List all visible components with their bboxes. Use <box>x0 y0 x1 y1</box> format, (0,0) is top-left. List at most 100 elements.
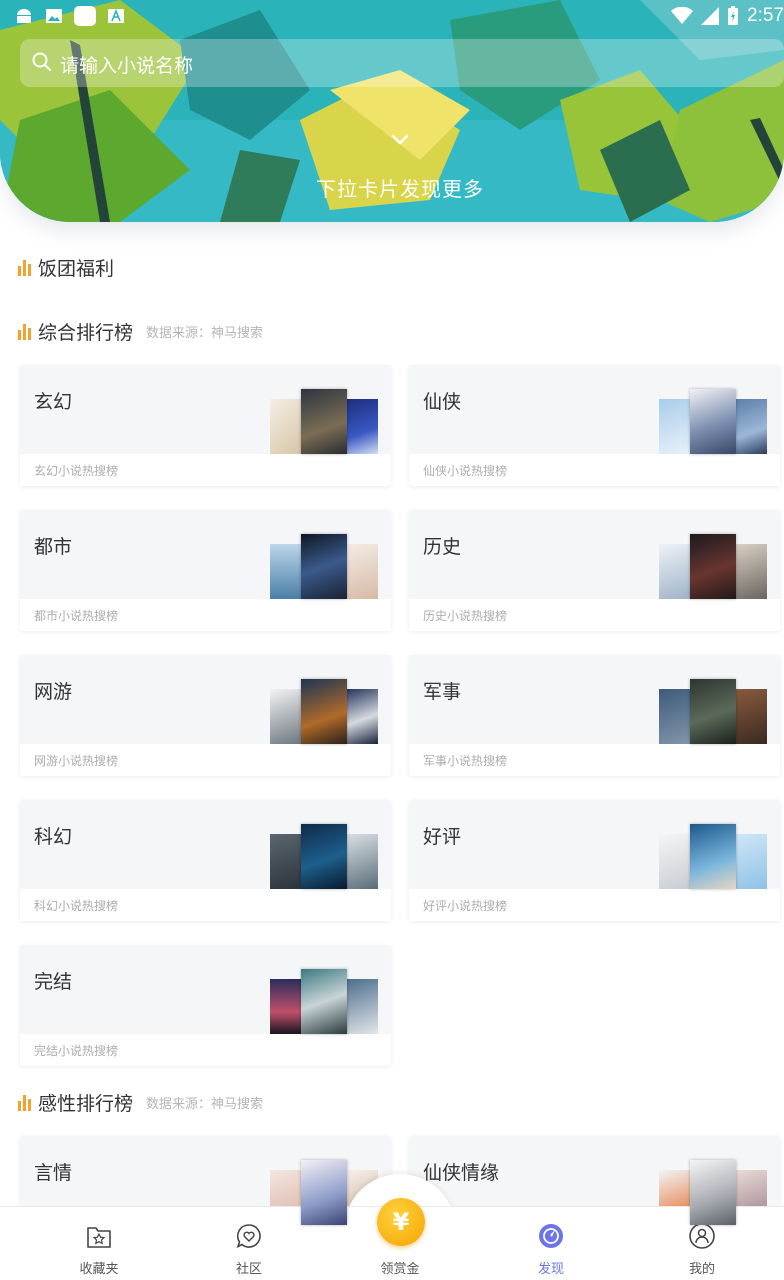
ranking-card-wanjie[interactable]: 完结 完结小说热搜榜 <box>20 945 391 1066</box>
section-source: 数据来源：神马搜索 <box>146 326 264 341</box>
card-title: 科幻 <box>34 826 73 848</box>
book-cover <box>690 824 736 889</box>
section-title: 感性排行榜 <box>38 1093 134 1115</box>
section-title: 饭团福利 <box>38 258 115 280</box>
book-cover <box>270 834 302 889</box>
book-cover <box>346 399 378 454</box>
book-covers <box>270 389 378 454</box>
book-cover <box>270 979 302 1034</box>
card-subtitle: 玄幻小说热搜榜 <box>34 464 119 478</box>
book-cover <box>346 544 378 599</box>
card-title: 言情 <box>34 1162 73 1184</box>
chevron-down-icon <box>391 134 409 145</box>
book-cover <box>735 399 767 454</box>
book-cover <box>301 824 347 889</box>
nav-item-favorites[interactable]: 收藏夹 <box>39 1207 159 1280</box>
book-cover <box>270 544 302 599</box>
book-cover <box>346 979 378 1034</box>
card-subtitle: 完结小说热搜榜 <box>34 1044 119 1058</box>
card-title: 仙侠情缘 <box>423 1162 500 1184</box>
book-cover <box>735 544 767 599</box>
card-subtitle: 好评小说热搜榜 <box>423 899 508 913</box>
card-subtitle: 历史小说热搜榜 <box>423 609 508 623</box>
font-app-icon <box>108 8 124 23</box>
card-subtitle: 仙侠小说热搜榜 <box>423 464 508 478</box>
card-title: 历史 <box>423 536 462 558</box>
header-banner[interactable]: 2:57 请输入小说名称 下拉卡片发现更多 <box>0 0 784 222</box>
ranking-card-junshi[interactable]: 军事 军事小说热搜榜 <box>409 655 780 776</box>
card-subtitle: 科幻小说热搜榜 <box>34 899 119 913</box>
card-subtitle: 网游小说热搜榜 <box>34 754 119 768</box>
ranking-card-kehuan[interactable]: 科幻 科幻小说热搜榜 <box>20 800 391 921</box>
book-cover <box>346 834 378 889</box>
book-covers <box>270 824 378 889</box>
section-title: 综合排行榜 <box>38 322 134 344</box>
nav-label: 社区 <box>235 1262 262 1277</box>
book-cover <box>690 389 736 454</box>
nav-label: 发现 <box>537 1262 564 1277</box>
book-cover <box>690 679 736 744</box>
ranking-card-wangyou[interactable]: 网游 网游小说热搜榜 <box>20 655 391 776</box>
card-title: 好评 <box>423 826 462 848</box>
card-title: 完结 <box>34 971 73 993</box>
compass-icon <box>539 1224 563 1248</box>
section-source: 数据来源：神马搜索 <box>146 1097 264 1112</box>
book-cover <box>735 689 767 744</box>
ranking-card-xuanhuan[interactable]: 玄幻 玄幻小说热搜榜 <box>20 365 391 486</box>
wifi-icon <box>671 7 694 24</box>
section-header-welfare: 饭团福利 <box>18 254 114 281</box>
ranking-card-xianxia[interactable]: 仙侠 仙侠小说热搜榜 <box>409 365 780 486</box>
card-title: 军事 <box>423 681 462 703</box>
app-notification-icon <box>74 6 96 26</box>
book-covers <box>659 534 767 599</box>
bookmark-folder-icon <box>87 1227 111 1248</box>
nav-item-discover[interactable]: 发现 <box>491 1207 611 1280</box>
book-cover <box>659 689 691 744</box>
nav-item-community[interactable]: 社区 <box>189 1207 309 1280</box>
book-cover <box>346 689 378 744</box>
ranking-card-dushi[interactable]: 都市 都市小说热搜榜 <box>20 510 391 631</box>
status-time: 2:57 <box>747 5 784 26</box>
book-cover <box>659 834 691 889</box>
card-title: 玄幻 <box>34 391 73 413</box>
heart-chat-icon <box>236 1224 261 1249</box>
yuan-coin-icon[interactable]: ¥ <box>377 1198 425 1246</box>
nav-label: 我的 <box>688 1262 715 1277</box>
section-header-emotional: 感性排行榜 数据来源：神马搜索 <box>18 1089 263 1116</box>
section-header-comprehensive: 综合排行榜 数据来源：神马搜索 <box>18 318 263 345</box>
nav-label: 收藏夹 <box>79 1262 119 1277</box>
search-bar[interactable]: 请输入小说名称 <box>20 39 784 87</box>
search-icon <box>32 52 52 72</box>
book-cover <box>659 544 691 599</box>
android-icon <box>17 9 31 23</box>
search-placeholder[interactable]: 请输入小说名称 <box>60 51 193 78</box>
nav-label: 领赏金 <box>380 1262 420 1277</box>
book-cover <box>301 1160 347 1225</box>
card-title: 仙侠 <box>423 391 462 413</box>
card-title: 网游 <box>34 681 73 703</box>
book-cover <box>690 1160 736 1225</box>
page: 2:57 请输入小说名称 下拉卡片发现更多 饭团福利 综合排行榜 数据来源：神马… <box>0 0 784 1280</box>
book-covers <box>270 969 378 1034</box>
book-cover <box>301 389 347 454</box>
book-cover <box>659 399 691 454</box>
pull-hint: 下拉卡片发现更多 <box>316 177 484 201</box>
book-cover <box>690 534 736 599</box>
book-cover <box>270 689 302 744</box>
book-covers <box>659 389 767 454</box>
book-covers <box>270 534 378 599</box>
ranking-card-haoping[interactable]: 好评 好评小说热搜榜 <box>409 800 780 921</box>
book-covers <box>659 824 767 889</box>
section-bars-icon <box>18 1094 32 1111</box>
book-covers <box>270 679 378 744</box>
battery-charging-icon <box>728 6 739 25</box>
card-subtitle: 都市小说热搜榜 <box>34 609 119 623</box>
image-icon <box>46 9 62 23</box>
book-cover <box>270 399 302 454</box>
ranking-card-lishi[interactable]: 历史 历史小说热搜榜 <box>409 510 780 631</box>
section-bars-icon <box>18 323 32 340</box>
section-bars-icon <box>18 259 32 276</box>
user-icon <box>689 1223 715 1249</box>
card-title: 都市 <box>34 536 73 558</box>
book-cover <box>301 679 347 744</box>
